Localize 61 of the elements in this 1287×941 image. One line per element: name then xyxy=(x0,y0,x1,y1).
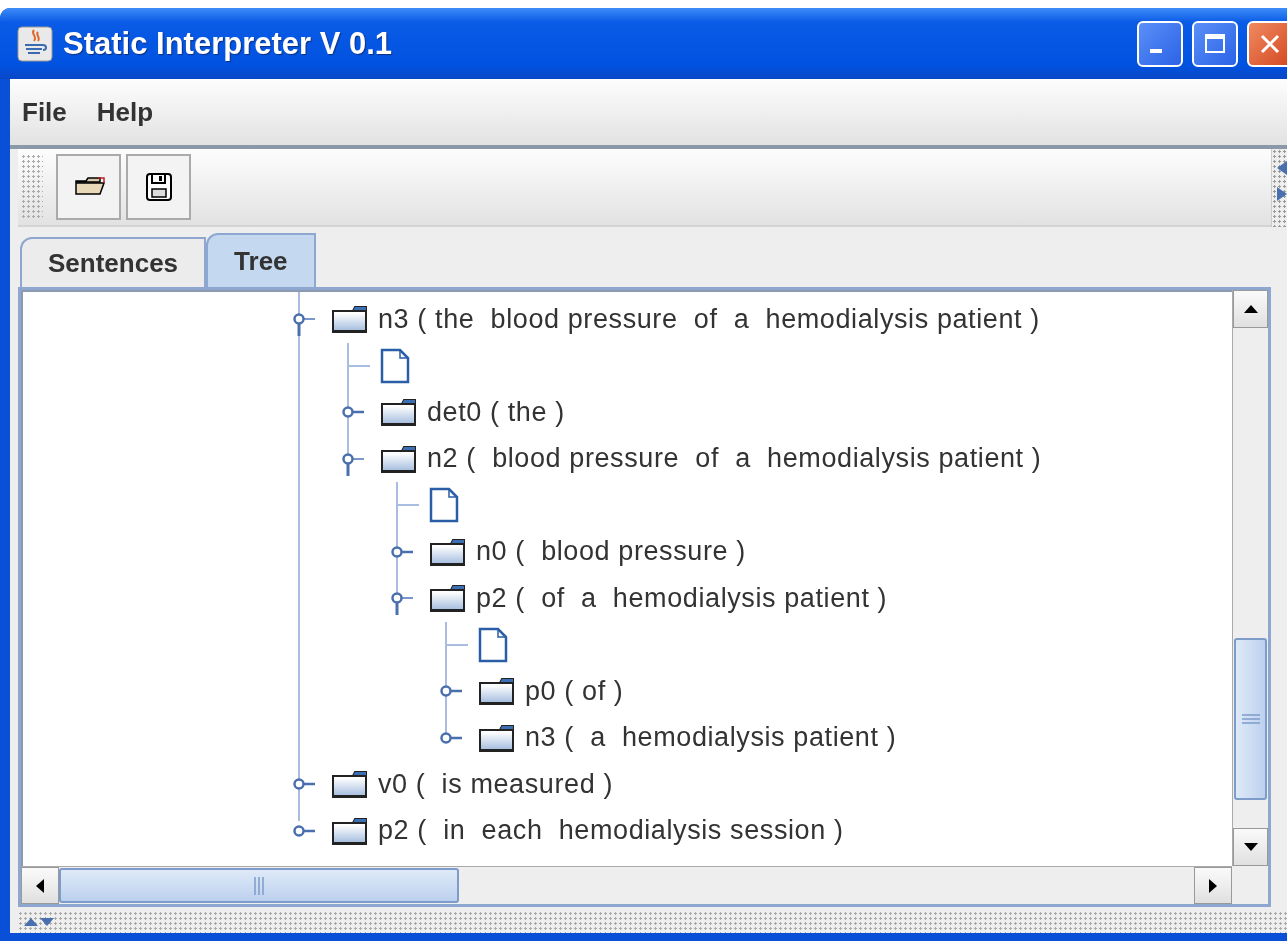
file-icon xyxy=(380,347,410,384)
folder-icon xyxy=(331,769,369,800)
scroll-down-button[interactable] xyxy=(1233,828,1268,866)
scrollbar-thumb[interactable] xyxy=(59,868,459,903)
collapsed-handle-icon[interactable] xyxy=(440,731,462,744)
tree-node-label[interactable]: v0 ( is measured ) xyxy=(378,768,613,800)
tree-node-label[interactable]: p0 ( of ) xyxy=(525,675,624,707)
tree-node-label[interactable]: n0 ( blood pressure ) xyxy=(476,536,746,568)
minimize-button[interactable] xyxy=(1137,20,1183,67)
save-button[interactable] xyxy=(126,154,191,220)
collapsed-handle-icon[interactable] xyxy=(293,824,315,837)
folder-icon xyxy=(478,676,516,707)
folder-icon xyxy=(380,397,418,428)
maximize-icon xyxy=(1203,31,1227,56)
tree-node-label[interactable]: n3 ( a hemodialysis patient ) xyxy=(525,722,897,754)
minimize-icon xyxy=(1150,48,1162,53)
left-arrow-icon[interactable] xyxy=(1277,161,1287,175)
tab[interactable]: Sentences xyxy=(20,237,207,287)
up-arrow-icon xyxy=(1243,305,1258,313)
folder-icon xyxy=(478,722,516,753)
close-button[interactable] xyxy=(1247,20,1287,67)
right-arrow-icon xyxy=(1209,878,1217,893)
file-icon xyxy=(429,487,459,524)
scroll-left-button[interactable] xyxy=(21,867,59,904)
down-arrow-icon xyxy=(1243,843,1258,851)
collapsed-handle-icon[interactable] xyxy=(391,545,413,558)
collapsed-handle-icon[interactable] xyxy=(440,685,462,697)
folder-icon xyxy=(380,443,418,474)
tab[interactable]: Tree xyxy=(206,233,316,287)
tree-node-label[interactable]: n2 ( blood pressure of a hemodialysis patient ) xyxy=(427,443,1042,475)
down-arrow-icon[interactable] xyxy=(40,918,54,926)
folder-icon xyxy=(429,583,467,614)
scrollbar-thumb[interactable] xyxy=(1234,638,1267,800)
right-arrow-icon[interactable] xyxy=(1277,187,1287,201)
menu-item[interactable]: Help xyxy=(96,96,154,128)
folder-icon xyxy=(331,304,369,335)
up-arrow-icon[interactable] xyxy=(24,918,38,926)
left-arrow-icon xyxy=(36,878,44,893)
window-title: Static Interpreter V 0.1 xyxy=(63,25,393,62)
collapsed-handle-icon[interactable] xyxy=(342,406,364,418)
expanded-handle-icon[interactable] xyxy=(391,592,413,615)
toolbar-grip[interactable] xyxy=(21,154,43,220)
vertical-scrollbar[interactable] xyxy=(1232,290,1268,866)
open-button[interactable] xyxy=(56,154,121,220)
menu-item[interactable]: File xyxy=(22,96,67,128)
folder-icon xyxy=(429,536,467,567)
tree-node-label[interactable]: p2 ( in each hemodialysis session ) xyxy=(378,815,844,847)
tree-node-label[interactable]: n3 ( the blood pressure of a hemodialysis patient ) xyxy=(378,303,1040,335)
scroll-right-button[interactable] xyxy=(1194,867,1232,904)
folder-icon xyxy=(331,815,369,846)
scrollbar-corner xyxy=(1232,866,1268,904)
coffee-cup-icon xyxy=(17,25,53,62)
tree-node-label[interactable]: p2 ( of a hemodialysis patient ) xyxy=(476,582,888,614)
expanded-handle-icon[interactable] xyxy=(293,313,315,336)
horizontal-scrollbar[interactable] xyxy=(21,866,1232,904)
collapsed-handle-icon[interactable] xyxy=(293,778,315,790)
expanded-handle-icon[interactable] xyxy=(342,452,364,476)
tree-node-label[interactable]: det0 ( the ) xyxy=(427,396,565,428)
file-icon xyxy=(478,626,508,663)
maximize-button[interactable] xyxy=(1192,20,1238,67)
scroll-up-button[interactable] xyxy=(1233,290,1268,328)
